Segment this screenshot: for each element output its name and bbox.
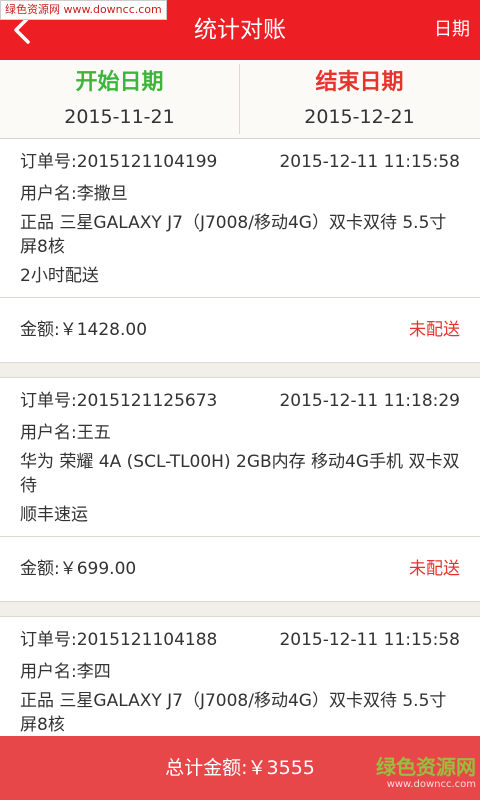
order-delivery: 顺丰速运 — [20, 505, 88, 525]
order-product: 华为 荣耀 4A (SCL-TL00H) 2GB内存 移动4G手机 双卡双待 — [20, 452, 460, 496]
order-details: 订单号:2015121125673 2015-12-11 11:18:29 用户… — [0, 378, 480, 537]
order-amount: 金额:￥699.00 — [20, 559, 137, 579]
order-user: 用户名:李四 — [20, 662, 111, 682]
order-footer: 金额:￥1428.00 未配送 — [0, 298, 480, 362]
start-date-label: 开始日期 — [75, 70, 164, 95]
order-user: 用户名:王五 — [20, 423, 111, 443]
end-date-label: 结束日期 — [315, 70, 404, 95]
card-separator — [0, 602, 480, 617]
card-separator — [0, 363, 480, 378]
watermark-bottom: 绿色资源网 www.downcc.com — [366, 756, 476, 796]
order-status[interactable]: 未配送 — [409, 298, 460, 362]
order-number: 订单号:2015121104188 — [20, 630, 218, 650]
page: 绿色资源网 www.downcc.com 统计对账 日期 开始日期 2015-1… — [0, 0, 480, 800]
end-date-value: 2015-12-21 — [304, 106, 415, 128]
date-filter-button[interactable]: 日期 — [434, 0, 470, 60]
order-details: 订单号:2015121104188 2015-12-11 11:15:58 用户… — [0, 617, 480, 746]
end-date-picker[interactable]: 结束日期 2015-12-21 — [240, 60, 479, 138]
order-number: 订单号:2015121125673 — [20, 391, 218, 411]
start-date-picker[interactable]: 开始日期 2015-11-21 — [0, 60, 239, 138]
order-number: 订单号:2015121104199 — [20, 152, 218, 172]
order-product: 正品 三星GALAXY J7（J7008/移动4G）双卡双待 5.5寸屏8核 — [20, 213, 447, 257]
order-details: 订单号:2015121104199 2015-12-11 11:15:58 用户… — [0, 139, 480, 298]
watermark-main: 绿色资源网 — [376, 755, 476, 779]
order-amount: 金额:￥1428.00 — [20, 320, 148, 340]
order-card[interactable]: 订单号:2015121104188 2015-12-11 11:15:58 用户… — [0, 617, 480, 747]
order-time: 2015-12-11 11:15:58 — [279, 630, 460, 650]
order-delivery: 2小时配送 — [20, 266, 99, 286]
watermark-sub: www.downcc.com — [386, 779, 476, 790]
order-time: 2015-12-11 11:15:58 — [279, 152, 460, 172]
order-footer: 金额:￥699.00 未配送 — [0, 537, 480, 601]
order-list: 订单号:2015121104199 2015-12-11 11:15:58 用户… — [0, 139, 480, 747]
order-status[interactable]: 未配送 — [409, 537, 460, 601]
start-date-value: 2015-11-21 — [64, 106, 175, 128]
date-range: 开始日期 2015-11-21 结束日期 2015-12-21 — [0, 60, 480, 139]
watermark-top: 绿色资源网 www.downcc.com — [0, 0, 167, 20]
order-product: 正品 三星GALAXY J7（J7008/移动4G）双卡双待 5.5寸屏8核 — [20, 691, 447, 735]
order-card[interactable]: 订单号:2015121104199 2015-12-11 11:15:58 用户… — [0, 139, 480, 363]
order-user: 用户名:李撒旦 — [20, 184, 128, 204]
order-time: 2015-12-11 11:18:29 — [279, 391, 460, 411]
order-card[interactable]: 订单号:2015121125673 2015-12-11 11:18:29 用户… — [0, 378, 480, 602]
